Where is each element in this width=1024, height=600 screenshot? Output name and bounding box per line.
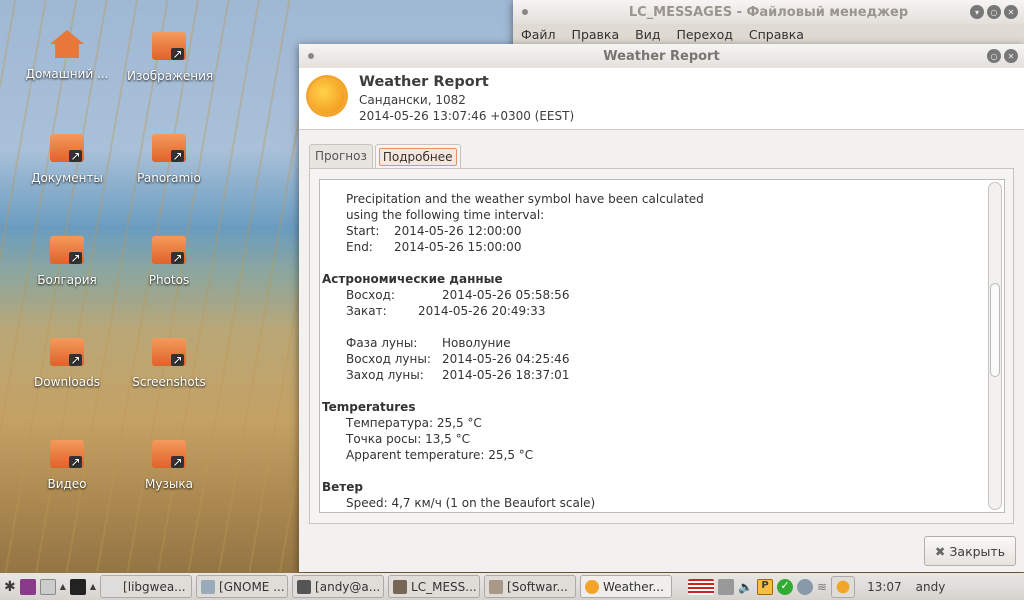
folder-icon — [50, 236, 84, 264]
scrollbar-thumb[interactable] — [990, 283, 1000, 377]
location: Сандански, 1082 — [359, 93, 466, 107]
task-gnome[interactable]: [GNOME ... — [196, 575, 289, 598]
desktop-icon-home[interactable]: Домашний ... — [22, 30, 112, 82]
desktop-icon[interactable] — [69, 578, 86, 595]
desktop-icon-screenshots[interactable]: Screenshots — [124, 338, 214, 390]
maximize-icon[interactable]: ○ — [987, 49, 1001, 63]
power-icon[interactable] — [797, 578, 813, 595]
close-icon[interactable]: ✕ — [1004, 5, 1018, 19]
sun-icon — [585, 579, 600, 594]
task-libgweather[interactable]: [libgwea... — [100, 575, 193, 598]
section-temperatures: Temperatures — [322, 400, 416, 414]
menubar: Файл Правка Вид Переход Справка — [513, 24, 1024, 46]
weather-header: Weather Report Сандански, 1082 2014-05-2… — [299, 68, 1024, 130]
user-name[interactable]: andy — [916, 580, 946, 594]
sun-icon — [309, 78, 345, 114]
gnome-icon — [201, 579, 216, 594]
menu-view[interactable]: Вид — [635, 27, 660, 43]
terminal-icon — [297, 579, 312, 594]
report-time: 2014-05-26 13:07:46 +0300 (EEST) — [359, 109, 575, 123]
section-wind: Ветер — [322, 480, 363, 494]
details-panel: Precipitation and the weather symbol hav… — [309, 168, 1014, 524]
file-manager-window: LC_MESSAGES - Файловый менеджер ▾ ○ ✕ Файл… — [513, 0, 1024, 50]
panel-app-icon[interactable] — [39, 578, 56, 595]
folder-icon — [152, 134, 186, 162]
app-menu-icon[interactable]: ✱ — [4, 579, 16, 595]
volume-icon[interactable]: 🔈 — [738, 580, 753, 594]
maximize-icon[interactable]: ○ — [987, 5, 1001, 19]
tabs: Прогноз Подробнее — [309, 144, 461, 169]
folder-icon — [50, 338, 84, 366]
clock[interactable]: 13:07 — [867, 580, 902, 594]
report-title: Weather Report — [359, 74, 489, 90]
folder-icon — [152, 338, 186, 366]
tab-details[interactable]: Подробнее — [374, 144, 461, 169]
section-astronomy: Астрономические данные — [322, 272, 503, 286]
desktop-icon-panoramio[interactable]: Panoramio — [124, 134, 214, 186]
wifi-icon[interactable]: ≋ — [817, 580, 827, 594]
text-editor-icon — [105, 579, 120, 594]
desktop-icon-music[interactable]: Музыка — [124, 440, 214, 492]
expand-icon[interactable]: ▲ — [90, 582, 96, 591]
weather-titlebar[interactable]: Weather Report ○ ✕ — [299, 44, 1024, 68]
taskbar: ✱ ▲ ▲ [libgwea... [GNOME ... [andy@a... … — [0, 573, 1024, 600]
p-icon[interactable]: P — [757, 578, 773, 595]
menu-edit[interactable]: Правка — [572, 27, 620, 43]
close-icon[interactable]: ✕ — [1004, 49, 1018, 63]
desktop-icon-documents[interactable]: Документы — [22, 134, 112, 186]
menu-file[interactable]: Файл — [521, 27, 556, 43]
expand-icon[interactable]: ▲ — [60, 582, 66, 591]
window-menu-icon[interactable] — [522, 9, 528, 15]
us-flag-icon[interactable] — [688, 578, 715, 595]
folder-icon — [152, 236, 186, 264]
details-text[interactable]: Precipitation and the weather symbol hav… — [319, 179, 1005, 513]
task-software[interactable]: [Softwar... — [484, 575, 577, 598]
panel-app-icon[interactable] — [19, 578, 36, 595]
tab-forecast[interactable]: Прогноз — [309, 144, 373, 169]
desktop-icon-images[interactable]: Изображения — [124, 32, 214, 84]
scrollbar[interactable] — [988, 182, 1002, 510]
folder-icon — [152, 440, 186, 468]
software-icon — [489, 579, 504, 594]
desktop-icon-photos[interactable]: Photos — [124, 236, 214, 288]
desktop-icon-bulgaria[interactable]: Болгария — [22, 236, 112, 288]
check-icon[interactable]: ✓ — [777, 578, 793, 595]
folder-icon — [50, 134, 84, 162]
folder-icon — [50, 440, 84, 468]
screenshot-icon[interactable] — [718, 578, 735, 595]
menu-go[interactable]: Переход — [676, 27, 732, 43]
weather-tray-icon[interactable] — [831, 575, 856, 598]
weather-report-window: Weather Report ○ ✕ Weather Report Санданс… — [299, 44, 1024, 572]
home-icon — [50, 30, 84, 58]
window-menu-icon[interactable] — [308, 53, 314, 59]
desktop-icon-downloads[interactable]: Downloads — [22, 338, 112, 390]
close-icon: ✖ — [934, 543, 946, 559]
minimize-icon[interactable]: ▾ — [970, 5, 984, 19]
close-button[interactable]: ✖ Закрыть — [924, 536, 1016, 566]
task-weather[interactable]: Weather... — [580, 575, 673, 598]
menu-help[interactable]: Справка — [749, 27, 804, 43]
task-terminal[interactable]: [andy@a... — [292, 575, 385, 598]
task-file-manager[interactable]: LC_MESS... — [388, 575, 481, 598]
file-manager-icon — [393, 579, 408, 594]
file-manager-titlebar[interactable]: LC_MESSAGES - Файловый менеджер ▾ ○ ✕ — [513, 0, 1024, 24]
desktop-icon-video[interactable]: Видео — [22, 440, 112, 492]
folder-icon — [152, 32, 186, 60]
